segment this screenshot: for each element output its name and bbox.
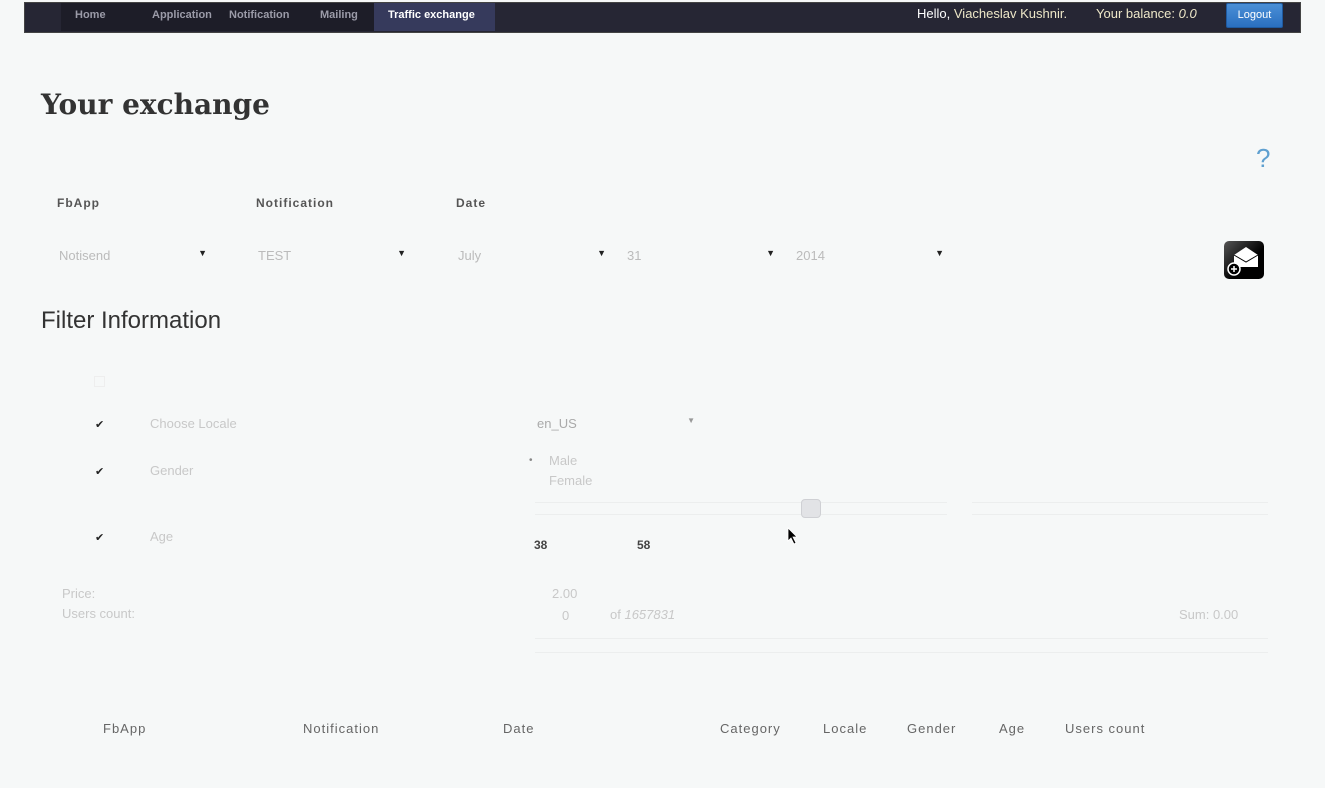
nav-application[interactable]: Application	[138, 3, 226, 31]
month-select[interactable]: July ▼	[458, 248, 606, 268]
col-notification: Notification	[303, 721, 380, 736]
dropdown-arrow-icon: ▼	[597, 248, 606, 258]
locale-checkbox[interactable]: ✔	[95, 418, 104, 431]
dropdown-arrow-icon: ▼	[766, 248, 775, 258]
add-mail-icon[interactable]	[1224, 241, 1264, 279]
users-total-value: 1657831	[624, 607, 676, 622]
age-min-value: 38	[534, 538, 548, 552]
dropdown-arrow-icon: ▼	[198, 248, 207, 258]
nav-traffic-exchange[interactable]: Traffic exchange	[374, 3, 495, 31]
price-value: 2.00	[552, 586, 578, 601]
col-category: Category	[720, 721, 781, 736]
fbapp-label: FbApp	[57, 196, 100, 210]
date-label: Date	[456, 196, 487, 210]
day-select[interactable]: 31 ▼	[627, 248, 775, 268]
greeting-label: Hello,	[917, 6, 951, 21]
dropdown-arrow-icon: ▼	[397, 248, 406, 258]
col-users-count: Users count	[1065, 721, 1146, 736]
gender-option-male[interactable]: Male	[549, 453, 577, 468]
radio-bullet-icon: •	[529, 455, 533, 466]
notification-label: Notification	[256, 196, 334, 210]
age-filter-label: Age	[150, 529, 174, 544]
balance: Your balance: 0.0	[1096, 6, 1197, 21]
age-slider-track[interactable]	[535, 502, 947, 503]
logout-button[interactable]: Logout	[1226, 3, 1283, 28]
age-slider-track-bottom	[535, 514, 947, 515]
users-total: of 1657831	[610, 607, 675, 622]
dropdown-arrow-icon: ▼	[935, 248, 944, 258]
age-checkbox[interactable]: ✔	[95, 531, 104, 544]
col-locale: Locale	[823, 721, 868, 736]
locale-select[interactable]: en_US ▼	[537, 416, 697, 431]
balance-label: Your balance:	[1096, 6, 1176, 21]
locale-filter-label: Choose Locale	[150, 416, 237, 431]
col-date: Date	[503, 721, 535, 736]
fbapp-value: Notisend	[59, 248, 111, 263]
col-age: Age	[999, 721, 1026, 736]
price-label: Price:	[62, 586, 96, 601]
filter-title: Filter Information	[41, 307, 222, 334]
gender-filter-label: Gender	[150, 463, 194, 478]
notification-select[interactable]: TEST ▼	[258, 248, 406, 268]
day-value: 31	[627, 248, 642, 263]
greeting: Hello, Viacheslav Kushnir.	[917, 6, 1067, 21]
nav-home[interactable]: Home	[61, 3, 120, 31]
select-all-checkbox[interactable]	[94, 376, 105, 387]
gender-option-female[interactable]: Female	[549, 473, 592, 488]
nav-notification[interactable]: Notification	[215, 3, 304, 31]
balance-value: 0.0	[1178, 6, 1197, 21]
sum-value: Sum: 0.00	[1179, 607, 1239, 622]
notification-value: TEST	[258, 248, 292, 263]
mouse-cursor-icon	[787, 527, 798, 545]
col-gender: Gender	[907, 721, 957, 736]
fbapp-select[interactable]: Notisend ▼	[59, 248, 207, 268]
divider	[535, 652, 1268, 653]
age-slider-handle[interactable]	[801, 499, 821, 518]
help-icon[interactable]: ?	[1256, 143, 1270, 174]
gender-checkbox[interactable]: ✔	[95, 465, 104, 478]
nav-mailing[interactable]: Mailing	[306, 3, 372, 31]
age-max-value: 58	[637, 538, 651, 552]
users-count-input[interactable]: 0	[562, 608, 569, 623]
col-fbapp: FbApp	[103, 721, 147, 736]
locale-value: en_US	[537, 416, 577, 431]
slider-track-right	[972, 502, 1268, 503]
year-value: 2014	[796, 248, 825, 263]
year-select[interactable]: 2014 ▼	[796, 248, 944, 268]
of-label: of	[610, 607, 621, 622]
month-value: July	[458, 248, 482, 263]
page-title: Your exchange	[41, 88, 270, 121]
slider-track-right-bottom	[972, 514, 1268, 515]
divider	[535, 638, 1268, 639]
user-name[interactable]: Viacheslav Kushnir.	[954, 6, 1067, 21]
users-count-label: Users count:	[62, 606, 135, 621]
dropdown-arrow-icon: ▼	[687, 416, 695, 425]
